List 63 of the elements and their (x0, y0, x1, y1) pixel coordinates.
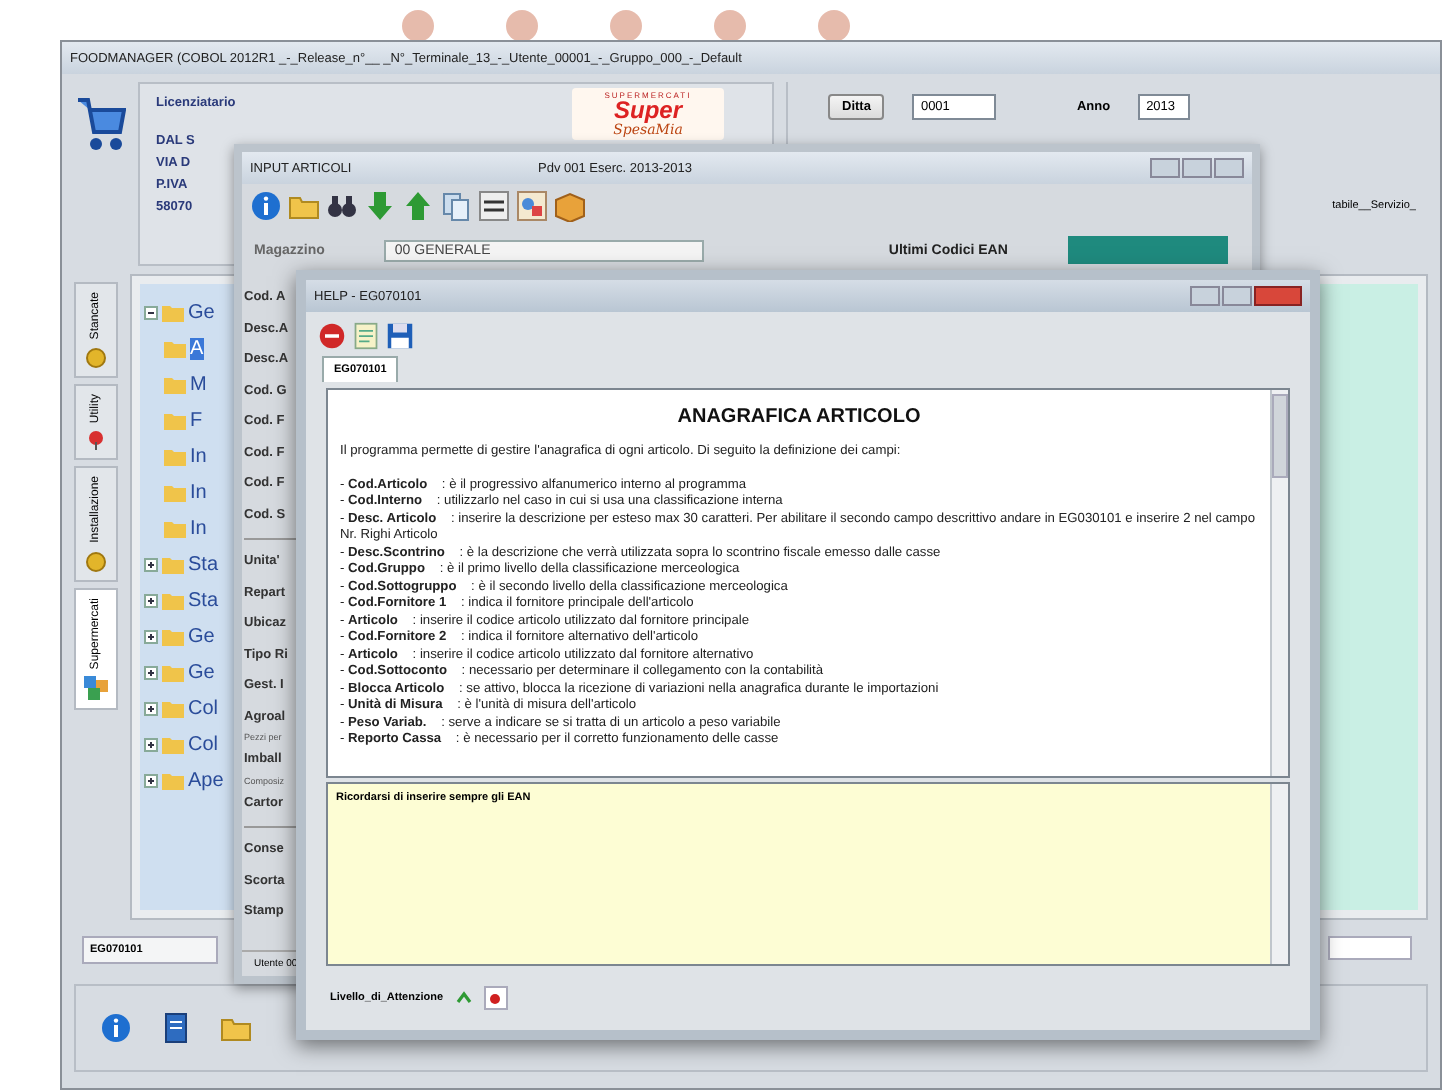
expand-toggle[interactable] (144, 305, 158, 319)
folder-icon (162, 627, 184, 645)
folder-icon (162, 555, 184, 573)
cubes-icon (84, 676, 108, 701)
folder-icon (162, 303, 184, 321)
tree-item[interactable]: Col (188, 697, 219, 719)
expand-toggle[interactable] (144, 701, 158, 715)
maximize-button[interactable] (1182, 158, 1212, 178)
close-button[interactable] (1254, 286, 1302, 306)
expand-toggle[interactable] (144, 773, 158, 787)
paint-icon[interactable] (516, 190, 548, 222)
expand-toggle[interactable] (144, 629, 158, 643)
scrollbar[interactable] (1270, 390, 1288, 776)
tree-item[interactable]: Ge (188, 301, 215, 323)
save-icon[interactable] (386, 322, 414, 350)
stop-icon[interactable] (318, 322, 346, 350)
text-field[interactable] (1328, 936, 1412, 960)
book-icon[interactable] (160, 1012, 192, 1044)
tree-item[interactable]: In (190, 445, 207, 467)
tree-item[interactable]: A (190, 337, 204, 359)
scrollbar[interactable] (1270, 783, 1288, 964)
tree-item[interactable]: Sta (188, 553, 219, 575)
pin-icon (86, 430, 106, 451)
expand-toggle[interactable] (144, 665, 158, 679)
coin-icon (86, 347, 106, 368)
expand-toggle[interactable] (144, 557, 158, 571)
info-icon[interactable] (250, 190, 282, 222)
up-arrow-icon[interactable] (402, 190, 434, 222)
shopping-cart-icon (74, 94, 126, 154)
folder-icon (162, 771, 184, 789)
tree-item[interactable]: M (190, 373, 207, 395)
list-icon[interactable] (478, 190, 510, 222)
tree-item[interactable]: F (190, 409, 203, 431)
box-icon[interactable] (554, 190, 586, 222)
tree-item[interactable]: Ge (188, 625, 215, 647)
expand-toggle[interactable] (144, 593, 158, 607)
close-button[interactable] (1214, 158, 1244, 178)
tree-item[interactable]: Ge (188, 661, 215, 683)
folder-icon (164, 447, 186, 465)
info-icon[interactable] (100, 1012, 132, 1044)
folder-icon (162, 735, 184, 753)
help-heading: ANAGRAFICA ARTICOLO (675, 406, 923, 428)
folder-icon (164, 375, 186, 393)
folder-icon (164, 519, 186, 537)
attention-button[interactable] (483, 986, 508, 1010)
minimize-button[interactable] (1190, 286, 1220, 306)
ean-field[interactable] (1067, 236, 1228, 264)
binoculars-icon[interactable] (326, 190, 358, 222)
expand-toggle[interactable] (144, 737, 158, 751)
tree-item[interactable]: In (190, 517, 207, 539)
tree-item[interactable]: Sta (188, 589, 219, 611)
folder-icon (164, 339, 186, 357)
tree-item[interactable]: In (190, 481, 207, 503)
coin-icon (86, 551, 106, 572)
folder-icon (162, 663, 184, 681)
tree-item[interactable]: Ape (188, 769, 224, 791)
minimize-button[interactable] (1150, 158, 1180, 178)
folder-icon (164, 411, 186, 429)
folder-icon (162, 591, 184, 609)
folder-icon (164, 483, 186, 501)
folder-icon (162, 699, 184, 717)
maximize-button[interactable] (1222, 286, 1252, 306)
tree-item[interactable]: Col (188, 733, 219, 755)
